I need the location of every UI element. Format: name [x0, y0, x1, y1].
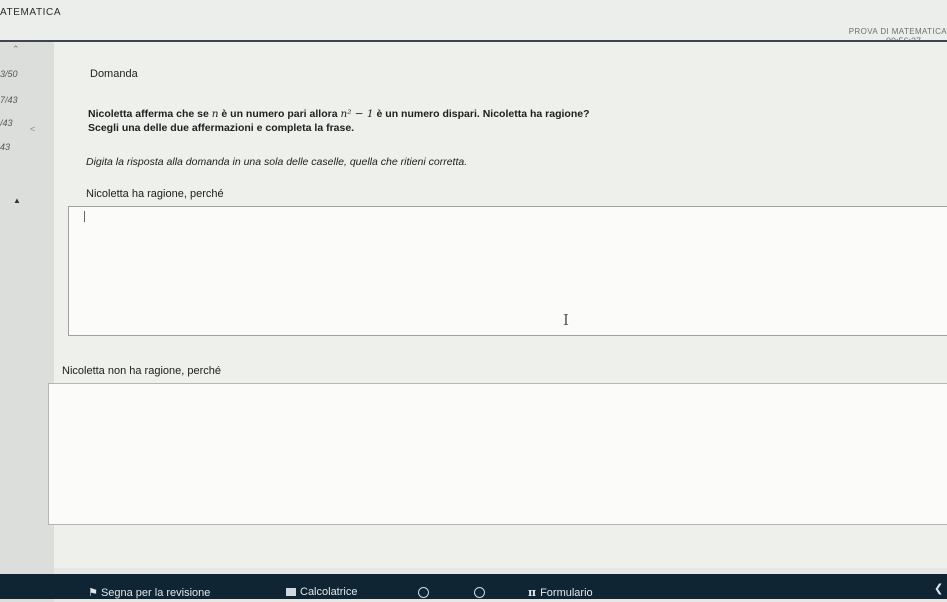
triangle-up-icon[interactable]: ▲	[13, 196, 21, 205]
question-text-middle: è un numero pari allora	[221, 108, 338, 120]
chevron-up-icon[interactable]: ⌃	[12, 44, 22, 54]
sidebar-item-4[interactable]: 43	[0, 142, 10, 152]
sidebar-item-2[interactable]: 7/43	[0, 95, 18, 105]
sidebar-item-1[interactable]: 3/50	[0, 69, 18, 79]
top-bar: ATEMATICA PROVA DI MATEMATICA	[0, 0, 947, 41]
calculator-label: Calcolatrice	[300, 586, 358, 598]
zoom-in-button[interactable]	[474, 586, 485, 598]
zoom-out-icon	[418, 586, 429, 598]
sidebar-item-3[interactable]: /43	[0, 118, 13, 128]
review-label: Segna per la revisione	[100, 587, 211, 599]
question-text: Nicoletta afferma che se n è un numero p…	[88, 108, 589, 120]
review-button[interactable]: ⚑ Segna per la revisione	[88, 586, 210, 599]
flag-icon: ⚑	[88, 587, 98, 599]
zoom-out-button[interactable]	[418, 586, 429, 598]
question-expression: n² − 1	[340, 108, 374, 120]
option-2-label: Nicoletta non ha ragione, perché	[62, 365, 221, 377]
bottom-toolbar: ⚑ Segna per la revisione Calcolatrice πF…	[0, 574, 947, 599]
question-subtext: Scegli una delle due affermazioni e comp…	[88, 122, 355, 134]
exam-name: PROVA DI MATEMATICA	[848, 27, 947, 36]
question-text-before: Nicoletta afferma che se	[88, 108, 209, 120]
answer-box-2[interactable]	[48, 383, 947, 525]
zoom-in-icon	[474, 586, 485, 598]
answer-box-1[interactable]	[68, 206, 947, 336]
ibeam-cursor-icon: I	[563, 311, 569, 329]
pi-icon: π	[528, 586, 537, 599]
app-title: ATEMATICA	[0, 7, 62, 18]
question-variable: n	[211, 108, 219, 120]
calculator-icon	[286, 588, 296, 597]
chevron-left-icon[interactable]: ❮	[934, 582, 943, 595]
question-label: Domanda	[90, 68, 138, 80]
formulary-label: Formulario	[540, 587, 593, 599]
text-caret	[84, 211, 85, 222]
chevron-left-icon[interactable]: <	[30, 124, 35, 134]
option-1-label: Nicoletta ha ragione, perché	[86, 188, 224, 200]
instruction-text: Digita la risposta alla domanda in una s…	[86, 156, 468, 168]
calculator-button[interactable]: Calcolatrice	[286, 586, 357, 598]
formulary-button[interactable]: π Formulario	[528, 586, 593, 599]
question-text-after: è un numero dispari. Nicoletta ha ragion…	[376, 108, 590, 120]
